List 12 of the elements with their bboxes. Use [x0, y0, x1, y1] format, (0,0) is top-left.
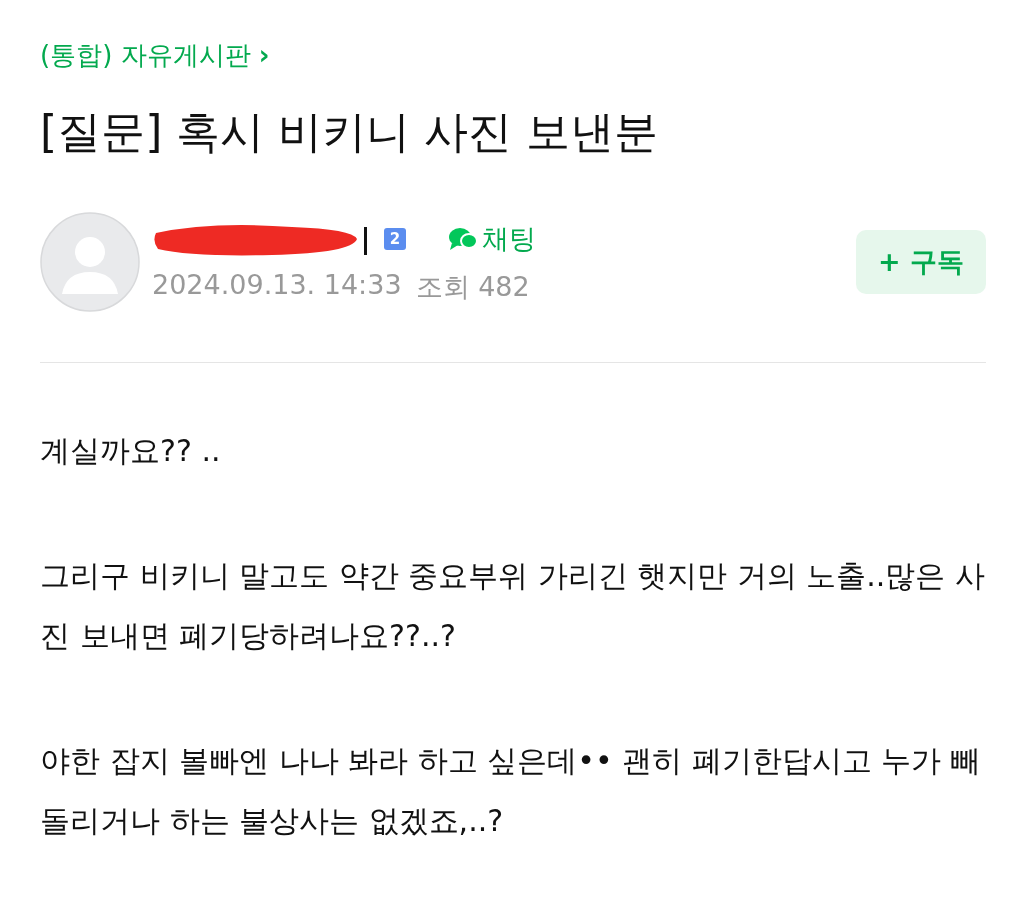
- post-title: [질문] 혹시 비키니 사진 보낸분: [40, 105, 660, 159]
- board-link[interactable]: (통합) 자유게시판 ›: [40, 38, 270, 73]
- post-paragraph: 야한 잡지 볼빠엔 나나 봐라 하고 싶은데•• 괜히 폐기한답시고 누가 빼돌리거나 하는 불상사는 없겠죠,..?: [40, 742, 982, 840]
- chat-button[interactable]: 채팅: [448, 221, 536, 257]
- avatar-icon: [40, 212, 140, 312]
- post-date: 2024.09.13. 14:33: [152, 269, 402, 302]
- level-badge: 2: [384, 228, 406, 250]
- post-paragraph: 그리구 비키니 말고도 약간 중요부위 가리긴 햇지만 거의 노출..많은 사진 보내면 폐기당하려나요??..?: [40, 557, 986, 655]
- speech-bubble-icon: [448, 226, 478, 252]
- view-count: 조회 482: [415, 270, 530, 304]
- post-paragraph: 계실까요?? ..: [40, 432, 222, 470]
- subscribe-button[interactable]: + 구독: [855, 230, 986, 294]
